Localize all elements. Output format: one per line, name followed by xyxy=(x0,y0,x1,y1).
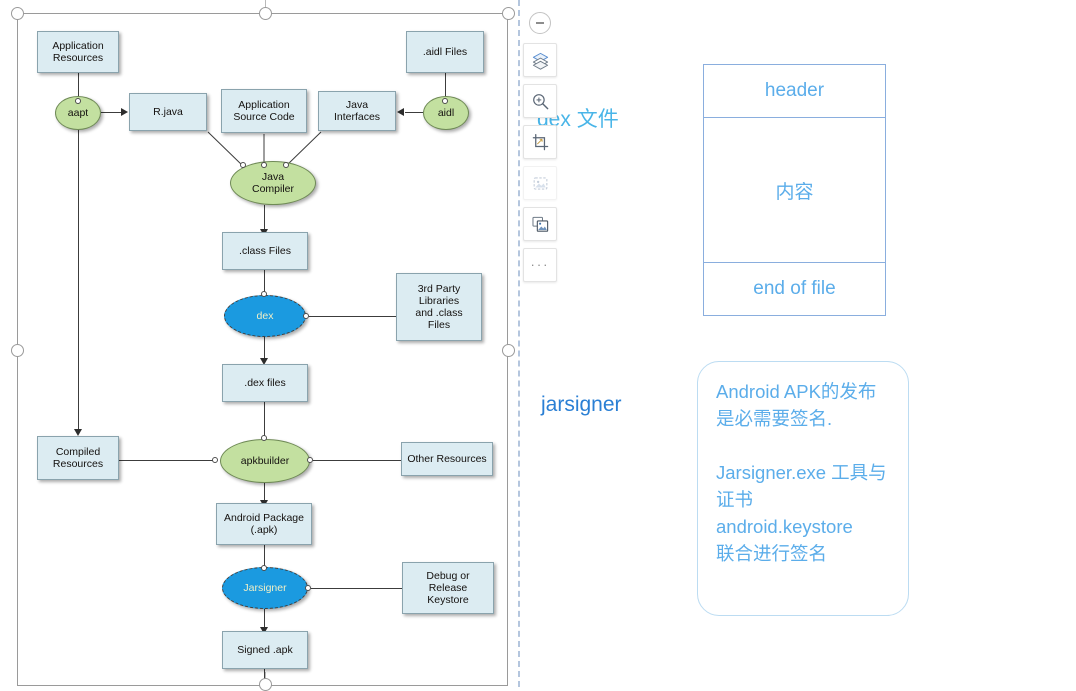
port-javacompiler-right xyxy=(283,162,289,168)
node-signed-apk[interactable]: Signed .apk xyxy=(222,631,308,669)
node-application-resources[interactable]: Application Resources xyxy=(37,31,119,73)
layers-button[interactable] xyxy=(523,43,557,77)
node-other-resources[interactable]: Other Resources xyxy=(401,442,493,476)
node-debug-or-release-keystore[interactable]: Debug or Release Keystore xyxy=(402,562,494,614)
file-diagram-body: 内容 xyxy=(775,181,814,203)
edge-apkbuilder-to-otherres xyxy=(313,460,403,461)
edge-compiledres-to-apkbuilder xyxy=(119,460,213,461)
selection-handle-bottom-center[interactable] xyxy=(259,678,272,691)
file-diagram-header: header xyxy=(704,65,885,118)
node-dex-files[interactable]: .dex files xyxy=(222,364,308,402)
selection-handle-top-left[interactable] xyxy=(11,7,24,20)
more-options-icon: ··· xyxy=(530,257,550,272)
minus-icon xyxy=(536,22,544,24)
arrowhead-aapt-to-compiled-resources xyxy=(74,429,82,436)
selection-handle-middle-right[interactable] xyxy=(502,344,515,357)
edge-jarsigner-to-keystore xyxy=(311,588,405,589)
duplicate-image-button[interactable] xyxy=(523,207,557,241)
node-class-files[interactable]: .class Files xyxy=(222,232,308,270)
port-dex-right xyxy=(303,313,309,319)
image-frame-button[interactable] xyxy=(523,166,557,200)
port-aapt-top xyxy=(75,98,81,104)
port-dex-top xyxy=(261,291,267,297)
node-r-java[interactable]: R.java xyxy=(129,93,207,131)
selection-handle-top-right[interactable] xyxy=(502,7,515,20)
annotation-jarsigner-label: jarsigner xyxy=(541,393,622,416)
selection-handle-top-center[interactable] xyxy=(259,7,272,20)
image-toolbar[interactable]: ··· xyxy=(522,12,558,289)
zoom-in-icon xyxy=(532,93,548,109)
alignment-guide-line xyxy=(518,0,520,687)
arrowhead-aidl-to-javainterfaces xyxy=(397,108,404,116)
image-frame-icon xyxy=(533,176,547,190)
port-apkbuilder-right xyxy=(307,457,313,463)
zoom-in-button[interactable] xyxy=(523,84,557,118)
node-dex[interactable]: dex xyxy=(224,295,306,337)
crop-icon xyxy=(532,133,548,150)
port-javacompiler-left xyxy=(240,162,246,168)
node-compiled-resources[interactable]: Compiled Resources xyxy=(37,436,119,480)
node-apkbuilder[interactable]: apkbuilder xyxy=(220,439,310,483)
duplicate-image-icon xyxy=(531,216,548,232)
collapse-toolbar-button[interactable] xyxy=(529,12,551,34)
image-selection-frame[interactable]: Application Resources .aidl Files aapt R… xyxy=(17,13,508,687)
node-java-interfaces[interactable]: Java Interfaces xyxy=(318,91,396,131)
port-apkbuilder-left xyxy=(212,457,218,463)
crop-button[interactable] xyxy=(523,125,557,159)
port-aidl-top xyxy=(442,98,448,104)
node-android-package[interactable]: Android Package (.apk) xyxy=(216,503,312,545)
arrowhead-aapt-to-rjava xyxy=(121,108,128,116)
more-options-button[interactable]: ··· xyxy=(523,248,557,282)
edge-dexfiles-to-apkbuilder xyxy=(264,402,265,439)
file-diagram-footer: end of file xyxy=(704,262,885,315)
layers-icon xyxy=(532,52,548,70)
edge-aidl-to-javainterfaces xyxy=(405,112,423,113)
port-javacompiler-top xyxy=(261,162,267,168)
port-jarsigner-right xyxy=(305,585,311,591)
selection-handle-middle-left[interactable] xyxy=(11,344,24,357)
port-jarsigner-top xyxy=(261,565,267,571)
node-application-source-code[interactable]: Application Source Code xyxy=(221,89,307,133)
node-jarsigner[interactable]: Jarsigner xyxy=(222,567,308,609)
dex-file-structure-diagram: header 内容 end of file xyxy=(703,64,886,316)
node-third-party-libraries[interactable]: 3rd Party Libraries and .class Files xyxy=(396,273,482,341)
port-apkbuilder-top xyxy=(261,435,267,441)
jarsigner-note-callout: Android APK的发布是必需要签名. Jarsigner.exe 工具与证… xyxy=(697,361,909,616)
node-aidl-files[interactable]: .aidl Files xyxy=(406,31,484,73)
edge-aapt-to-rjava xyxy=(101,112,122,113)
edge-dex-to-3rdparty xyxy=(309,316,407,317)
